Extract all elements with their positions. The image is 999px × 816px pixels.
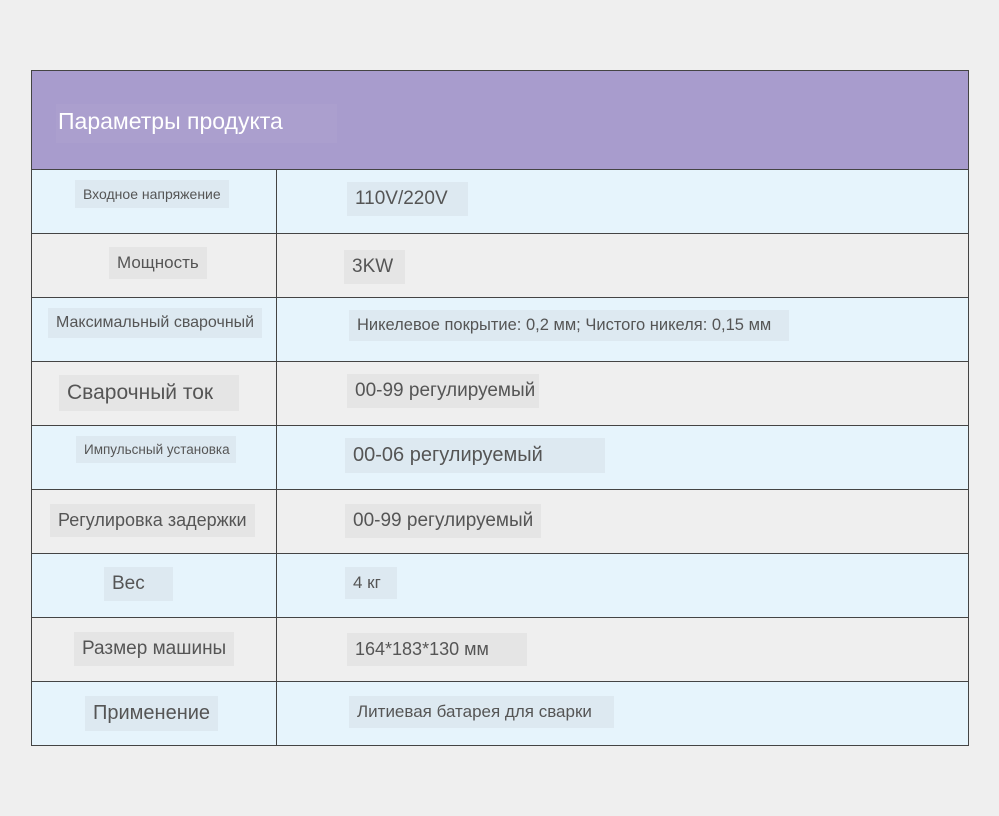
row-value: 4 кг xyxy=(345,567,397,599)
label-cell: Сварочный ток xyxy=(32,362,277,425)
table-title: Параметры продукта xyxy=(56,104,337,143)
row-value: 00-99 регулируемый xyxy=(347,374,540,408)
value-cell: 110V/220V xyxy=(277,170,968,233)
row-value: 00-99 регулируемый xyxy=(345,504,542,538)
label-cell: Размер машины xyxy=(32,618,277,681)
value-cell: Никелевое покрытие: 0,2 мм; Чистого нике… xyxy=(277,298,968,361)
row-label: Регулировка задержки xyxy=(50,504,255,537)
label-cell: Регулировка задержки xyxy=(32,490,277,553)
value-cell: 3KW xyxy=(277,234,968,297)
value-cell: 4 кг xyxy=(277,554,968,617)
row-value: 00-06 регулируемый xyxy=(345,438,605,473)
label-cell: Максимальный сварочный xyxy=(32,298,277,361)
row-label: Сварочный ток xyxy=(59,375,240,411)
spec-table: Параметры продукта Входное напряжение 11… xyxy=(31,70,969,746)
table-row: Мощность 3KW xyxy=(32,234,968,298)
row-value: Литиевая батарея для сварки xyxy=(349,696,614,728)
row-label: Максимальный сварочный xyxy=(48,308,263,338)
table-row: Сварочный ток 00-99 регулируемый xyxy=(32,362,968,426)
table-row: Импульсный установка 00-06 регулируемый xyxy=(32,426,968,490)
row-value: 3KW xyxy=(344,250,406,284)
table-row: Максимальный сварочный Никелевое покрыти… xyxy=(32,298,968,362)
row-label: Вес xyxy=(104,567,173,601)
value-cell: 00-99 регулируемый xyxy=(277,362,968,425)
table-row: Входное напряжение 110V/220V xyxy=(32,170,968,234)
row-label: Импульсный установка xyxy=(76,436,236,463)
row-value: Никелевое покрытие: 0,2 мм; Чистого нике… xyxy=(349,310,790,341)
table-row: Применение Литиевая батарея для сварки xyxy=(32,682,968,745)
label-cell: Применение xyxy=(32,682,277,745)
row-label: Мощность xyxy=(109,247,207,279)
table-row: Размер машины 164*183*130 мм xyxy=(32,618,968,682)
value-cell: 00-06 регулируемый xyxy=(277,426,968,489)
value-cell: Литиевая батарея для сварки xyxy=(277,682,968,745)
label-cell: Мощность xyxy=(32,234,277,297)
table-header: Параметры продукта xyxy=(32,71,968,170)
label-cell: Входное напряжение xyxy=(32,170,277,233)
row-label: Применение xyxy=(85,696,219,731)
value-cell: 00-99 регулируемый xyxy=(277,490,968,553)
row-value: 110V/220V xyxy=(347,182,468,216)
value-cell: 164*183*130 мм xyxy=(277,618,968,681)
row-value: 164*183*130 мм xyxy=(347,633,527,666)
row-label: Входное напряжение xyxy=(75,180,229,208)
label-cell: Импульсный установка xyxy=(32,426,277,489)
table-row: Регулировка задержки 00-99 регулируемый xyxy=(32,490,968,554)
label-cell: Вес xyxy=(32,554,277,617)
row-label: Размер машины xyxy=(74,632,235,666)
table-row: Вес 4 кг xyxy=(32,554,968,618)
